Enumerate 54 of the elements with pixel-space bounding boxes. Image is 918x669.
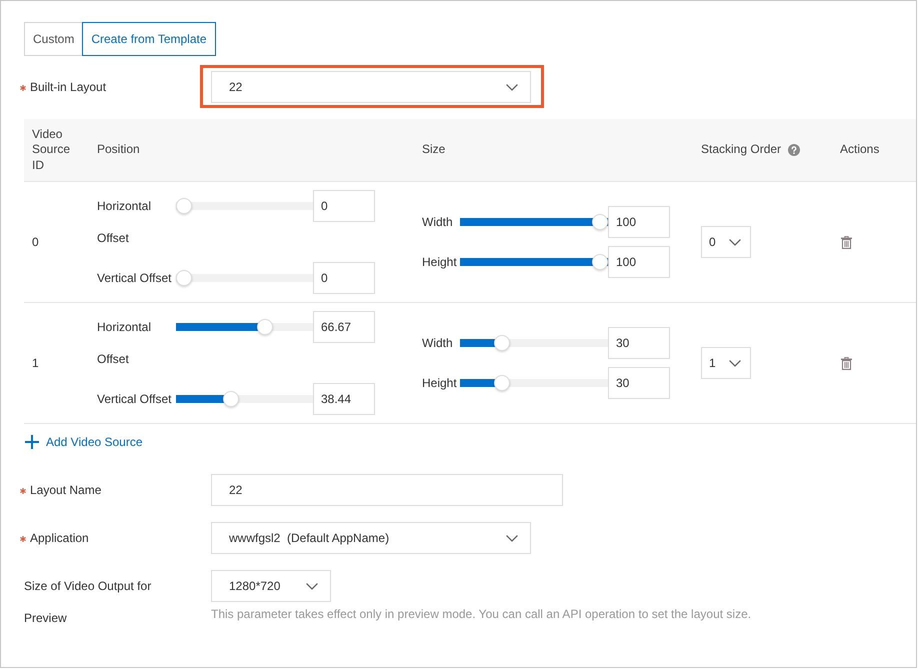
chevron-down-icon — [506, 534, 518, 542]
column-header: Video Source ID — [32, 126, 72, 174]
number-field[interactable]: 100 — [608, 246, 670, 278]
help-icon[interactable] — [788, 144, 800, 156]
slider-label: Vertical Offset — [97, 391, 172, 408]
slider-thumb[interactable] — [592, 254, 608, 270]
number-field[interactable]: 38.44 — [313, 383, 375, 415]
number-field[interactable]: 0 — [313, 190, 375, 222]
number-field[interactable]: 30 — [608, 327, 670, 359]
number-field[interactable]: 0 — [313, 262, 375, 294]
chevron-down-icon — [729, 238, 741, 246]
add-video-source-link[interactable]: Add Video Source — [24, 435, 143, 449]
trash-icon[interactable] — [841, 236, 852, 248]
column-header: Position — [97, 142, 140, 158]
dropdown[interactable]: 1 — [701, 347, 751, 379]
slider-label: Vertical Offset — [97, 270, 172, 287]
help-text: This parameter takes effect only in preview mode. You can call an API operation to set the layout size. — [211, 606, 752, 622]
form-label: Application — [30, 530, 89, 547]
column-header: Stacking Order — [701, 142, 782, 158]
dropdown[interactable]: wwwfgsl2 (Default AppName) — [211, 522, 531, 554]
slider-label: Width — [422, 214, 454, 231]
table-cell: 1 — [32, 356, 39, 370]
form-label: Layout Name — [30, 482, 102, 499]
slider-label: Height — [422, 375, 458, 392]
plus-icon — [25, 435, 39, 449]
number-field[interactable]: 100 — [608, 206, 670, 238]
slider-thumb[interactable] — [256, 319, 273, 335]
slider-label: Width — [422, 335, 454, 352]
slider-thumb[interactable] — [176, 270, 192, 286]
slider-label: Horizontal Offset — [97, 198, 152, 247]
tab[interactable]: Create from Template — [82, 22, 216, 56]
slider-label: Height — [422, 254, 458, 271]
table-cell: 0 — [32, 235, 39, 249]
number-field[interactable]: 66.67 — [313, 311, 375, 343]
form-label: Size of Video Output for Preview — [24, 578, 152, 627]
slider-thumb[interactable] — [222, 391, 238, 407]
number-field[interactable]: 30 — [608, 367, 670, 399]
slider-thumb[interactable] — [176, 198, 192, 214]
slider-thumb[interactable] — [592, 214, 608, 230]
slider-thumb[interactable] — [494, 335, 510, 351]
chevron-down-icon — [729, 360, 741, 366]
form-label: Built-in Layout — [30, 79, 106, 96]
trash-icon[interactable] — [841, 356, 852, 370]
dropdown[interactable]: 22 — [211, 71, 531, 103]
slider-thumb[interactable] — [494, 375, 510, 391]
column-header: Size — [422, 142, 446, 158]
chevron-down-icon — [506, 84, 518, 90]
chevron-down-icon — [306, 582, 318, 590]
dropdown[interactable]: 0 — [701, 226, 751, 258]
column-header: Actions — [840, 142, 880, 158]
tab[interactable]: Custom — [24, 22, 84, 56]
dropdown[interactable]: 1280*720 — [211, 570, 331, 602]
slider-label: Horizontal Offset — [97, 319, 152, 368]
text-field[interactable]: 22 — [211, 474, 563, 506]
